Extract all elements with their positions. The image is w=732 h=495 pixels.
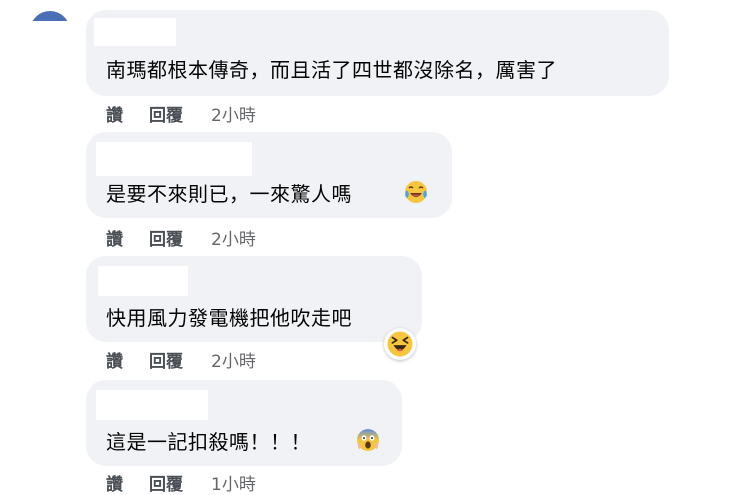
comment-actions: 讚 回覆 2小時	[106, 101, 256, 126]
comment-bubble: 南瑪都根本傳奇，而且活了四世都沒除名，厲害了	[86, 10, 669, 96]
comment-actions: 讚 回覆 2小時	[106, 347, 256, 372]
reply-button[interactable]: 回覆	[149, 347, 183, 372]
redacted-author-name	[96, 142, 252, 176]
redacted-author-name	[98, 266, 188, 296]
like-button[interactable]: 讚	[106, 347, 123, 372]
comment-bubble: 是要不來則已，一來驚人嗎	[86, 132, 452, 218]
comment-timestamp[interactable]: 2小時	[211, 225, 256, 250]
comment-text: 南瑪都根本傳奇，而且活了四世都沒除名，厲害了	[106, 58, 557, 82]
like-button[interactable]: 讚	[106, 470, 123, 495]
comment-timestamp[interactable]: 2小時	[211, 347, 256, 372]
redacted-author-name	[96, 390, 208, 420]
tears-of-joy-emoji	[405, 181, 427, 203]
reply-button[interactable]: 回覆	[149, 101, 183, 126]
comment-bubble: 這是一記扣殺嗎！！！	[86, 380, 402, 466]
haha-reaction-icon[interactable]	[384, 328, 416, 360]
reply-button[interactable]: 回覆	[149, 225, 183, 250]
like-button[interactable]: 讚	[106, 101, 123, 126]
comment-actions: 讚 回覆 1小時	[106, 470, 256, 495]
reply-button[interactable]: 回覆	[149, 470, 183, 495]
avatar[interactable]	[30, 11, 70, 21]
comment-timestamp[interactable]: 1小時	[211, 470, 256, 495]
screaming-in-fear-emoji	[357, 429, 379, 451]
comment-actions: 讚 回覆 2小時	[106, 225, 256, 250]
comment-bubble: 快用風力發電機把他吹走吧	[86, 256, 422, 342]
comment-timestamp[interactable]: 2小時	[211, 101, 256, 126]
comment-text: 快用風力發電機把他吹走吧	[106, 306, 352, 330]
comment-text: 這是一記扣殺嗎！！！	[106, 430, 311, 454]
comment-text: 是要不來則已，一來驚人嗎	[106, 182, 352, 206]
like-button[interactable]: 讚	[106, 225, 123, 250]
redacted-author-name	[94, 18, 176, 46]
